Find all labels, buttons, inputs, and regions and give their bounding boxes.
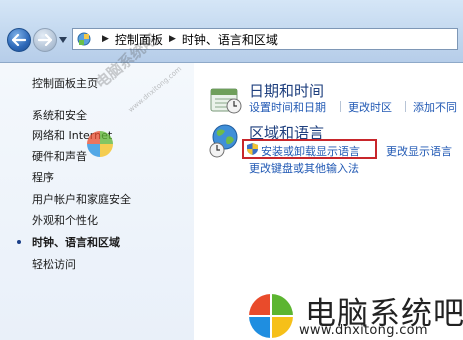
task-divider [340,101,341,112]
breadcrumb-separator-icon: ▶ [102,34,109,44]
calendar-clock-icon[interactable] [209,84,243,114]
control-panel-icon [77,32,91,46]
recent-pages-dropdown-icon[interactable] [59,37,67,43]
nav-item-user-accounts[interactable]: 用户帐户和家庭安全 [32,191,131,207]
task-set-time-date[interactable]: 设置时间和日期 [249,99,326,115]
back-arrow-icon [12,34,26,46]
task-install-uninstall-display-languages[interactable]: 安装或卸载显示语言 [261,143,360,159]
back-button[interactable] [7,28,31,52]
watermark-url: www.dnxitong.com [299,323,428,338]
task-change-display-language[interactable]: 更改显示语言 [386,143,452,159]
nav-control-panel-home[interactable]: 控制面板主页 [32,75,98,91]
breadcrumb-item-clock-language-region[interactable]: 时钟、语言和区域 [182,31,278,48]
task-add-clocks[interactable]: 添加不同 [413,99,457,115]
address-bar: ▶ 控制面板 ▶ 时钟、语言和区域 [0,0,463,63]
nav-item-appearance[interactable]: 外观和个性化 [32,212,98,228]
task-divider [405,101,406,112]
globe-clock-icon[interactable] [207,123,243,159]
forward-button[interactable] [33,28,57,52]
breadcrumb-separator-icon: ▶ [168,34,176,44]
uac-shield-icon [247,143,258,155]
nav-item-programs[interactable]: 程序 [32,169,54,185]
task-change-keyboards-input-methods[interactable]: 更改键盘或其他输入法 [249,160,359,176]
nav-item-system-security[interactable]: 系统和安全 [32,107,87,123]
current-item-bullet-icon [17,240,21,244]
watermark-logo-icon [249,294,293,338]
nav-item-hardware-sound[interactable]: 硬件和声音 [32,148,87,164]
category-title-date-time[interactable]: 日期和时间 [249,80,324,101]
forward-arrow-icon [38,34,52,46]
watermark-small-logo-icon [87,131,113,157]
nav-item-clock-language-region[interactable]: 时钟、语言和区域 [32,234,120,250]
nav-item-ease-of-access[interactable]: 轻松访问 [32,256,76,272]
task-change-time-zone[interactable]: 更改时区 [348,99,392,115]
